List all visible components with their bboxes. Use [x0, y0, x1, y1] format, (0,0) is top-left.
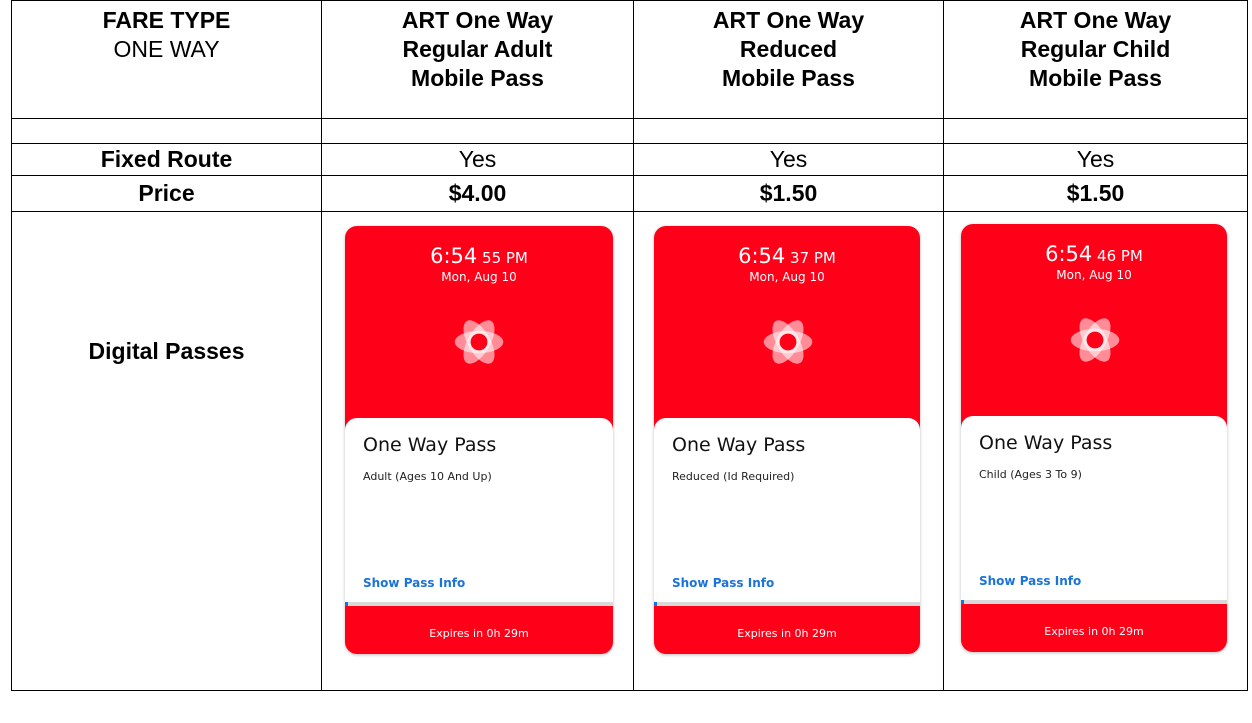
pass-time-main: 6:54 — [430, 244, 478, 268]
fixed-route-value: Yes — [943, 143, 1248, 176]
column-header-line: Mobile Pass — [411, 65, 544, 91]
show-pass-info-link[interactable]: Show Pass Info — [363, 576, 465, 590]
show-pass-info-link[interactable]: Show Pass Info — [979, 574, 1081, 588]
price-value: $4.00 — [321, 175, 634, 212]
pass-time: 6:54 46 PM — [961, 242, 1227, 266]
mobile-pass-child: 6:54 46 PM Mon, Aug 10 One Way Pass Chil… — [961, 224, 1227, 652]
flower-logo-icon — [1070, 318, 1120, 362]
pass-progress-fill — [654, 602, 657, 606]
column-header-line: Mobile Pass — [722, 65, 855, 91]
pass-expires: Expires in 0h 29m — [429, 627, 529, 640]
pass-title: One Way Pass — [363, 434, 497, 456]
pass-time-rest: 46 PM — [1092, 247, 1143, 265]
pass-date: Mon, Aug 10 — [1056, 268, 1132, 282]
pass-cell-adult: 6:54 55 PM Mon, Aug 10 One Way Pass Adul… — [321, 211, 634, 691]
show-pass-info-link[interactable]: Show Pass Info — [672, 576, 774, 590]
pass-cell-reduced: 6:54 37 PM Mon, Aug 10 One Way Pass Redu… — [633, 211, 944, 691]
column-header-line: Regular Child — [1020, 36, 1171, 62]
pass-expires: Expires in 0h 29m — [1044, 625, 1144, 638]
pass-title: One Way Pass — [979, 432, 1113, 454]
pass-progress-fill — [961, 600, 964, 604]
pass-progress-bar — [345, 602, 613, 606]
fixed-route-value: Yes — [321, 143, 634, 176]
column-header-line: Mobile Pass — [1029, 65, 1162, 91]
column-header-line: Regular Adult — [402, 36, 553, 62]
pass-time-main: 6:54 — [1045, 242, 1093, 266]
column-header-reduced: ART One Way Reduced Mobile Pass — [633, 0, 944, 119]
fare-type-header: FARE TYPE ONE WAY — [11, 0, 322, 119]
pass-date: Mon, Aug 10 — [441, 270, 517, 284]
column-header-line: ART One Way — [712, 7, 865, 33]
pass-subtitle: Child (Ages 3 To 9) — [979, 468, 1082, 481]
price-value: $1.50 — [943, 175, 1248, 212]
empty-row — [11, 118, 1248, 144]
pass-date: Mon, Aug 10 — [749, 270, 825, 284]
pass-time: 6:54 55 PM — [345, 244, 613, 268]
pass-progress-bar — [654, 602, 920, 606]
fixed-route-value: Yes — [633, 143, 944, 176]
column-header-adult: ART One Way Regular Adult Mobile Pass — [321, 0, 634, 119]
price-label: Price — [11, 175, 322, 212]
pass-cell-child: 6:54 46 PM Mon, Aug 10 One Way Pass Chil… — [943, 211, 1248, 691]
fare-table: FARE TYPE ONE WAY ART One Way Regular Ad… — [11, 0, 1248, 691]
pass-card: One Way Pass Adult (Ages 10 And Up) Show… — [345, 418, 613, 606]
flower-logo-icon — [454, 320, 504, 364]
digital-passes-label: Digital Passes — [88, 338, 245, 364]
pass-time-rest: 37 PM — [785, 249, 836, 267]
pass-subtitle: Reduced (Id Required) — [672, 470, 795, 483]
pass-time-rest: 55 PM — [477, 249, 528, 267]
price-row: Price $4.00 $1.50 $1.50 — [11, 175, 1248, 212]
digital-passes-label-cell: Digital Passes — [11, 211, 322, 691]
pass-time: 6:54 37 PM — [654, 244, 920, 268]
mobile-pass-adult: 6:54 55 PM Mon, Aug 10 One Way Pass Adul… — [345, 226, 613, 654]
mobile-pass-reduced: 6:54 37 PM Mon, Aug 10 One Way Pass Redu… — [654, 226, 920, 654]
column-header-line: ART One Way — [401, 7, 554, 33]
pass-card: One Way Pass Child (Ages 3 To 9) Show Pa… — [961, 416, 1227, 604]
pass-subtitle: Adult (Ages 10 And Up) — [363, 470, 492, 483]
pass-title: One Way Pass — [672, 434, 806, 456]
fixed-route-label: Fixed Route — [11, 143, 322, 176]
flower-logo-icon — [763, 320, 813, 364]
pass-expires: Expires in 0h 29m — [737, 627, 837, 640]
pass-progress-fill — [345, 602, 348, 606]
column-header-line: Reduced — [739, 36, 838, 62]
pass-time-main: 6:54 — [738, 244, 786, 268]
price-value: $1.50 — [633, 175, 944, 212]
fare-type-value: ONE WAY — [113, 36, 220, 62]
header-row: FARE TYPE ONE WAY ART One Way Regular Ad… — [11, 0, 1248, 119]
pass-card: One Way Pass Reduced (Id Required) Show … — [654, 418, 920, 606]
pass-progress-bar — [961, 600, 1227, 604]
column-header-child: ART One Way Regular Child Mobile Pass — [943, 0, 1248, 119]
fare-type-label: FARE TYPE — [102, 7, 231, 33]
digital-passes-row: Digital Passes 6:54 55 PM Mon, Aug 10 On… — [11, 211, 1248, 691]
column-header-line: ART One Way — [1019, 7, 1172, 33]
fixed-route-row: Fixed Route Yes Yes Yes — [11, 143, 1248, 176]
